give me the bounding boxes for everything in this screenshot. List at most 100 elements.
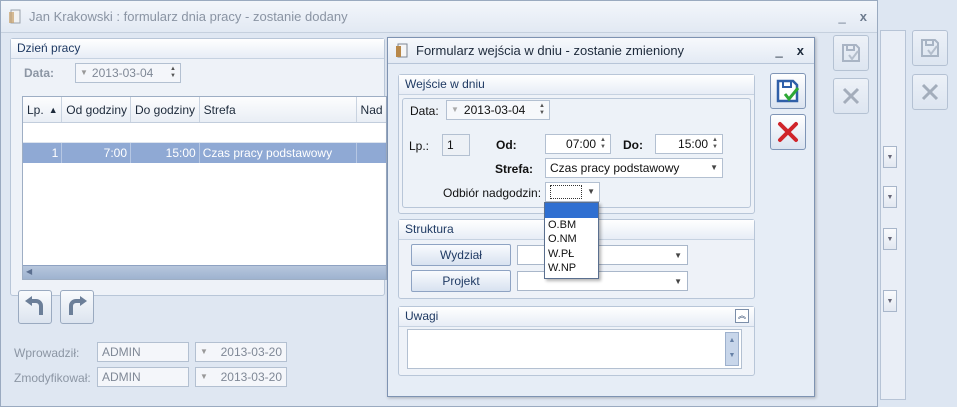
- dialog-titlebar: Formularz wejścia w dniu - zostanie zmie…: [388, 38, 814, 64]
- background-dropdown-4[interactable]: ▼: [883, 290, 897, 312]
- chevron-down-icon: ▼: [200, 347, 208, 356]
- dialog-date-field[interactable]: ▼ 2013-03-04 ▲ ▼: [446, 100, 550, 120]
- close-icon: [921, 83, 939, 101]
- table-row[interactable]: 1 7:00 15:00 Czas pracy podstawowy: [23, 143, 386, 163]
- cell-od: 7:00: [62, 143, 131, 163]
- save-icon: [921, 39, 939, 57]
- form-icon: [396, 43, 408, 57]
- close-icon: [778, 122, 798, 142]
- col-strefa[interactable]: Strefa: [200, 97, 357, 122]
- scroll-left-icon[interactable]: ◀: [26, 267, 32, 276]
- notes-group-header: Uwagi ︽: [399, 307, 754, 327]
- modified-label: Zmodyfikował:: [14, 371, 91, 385]
- cell-nad: [357, 143, 387, 163]
- entered-label: Wprowadził:: [14, 346, 80, 360]
- project-button[interactable]: Projekt: [411, 270, 511, 292]
- dropdown-option-empty[interactable]: [545, 203, 598, 218]
- close-button[interactable]: x: [860, 9, 867, 24]
- grid-filter-row[interactable]: [23, 123, 386, 143]
- form-icon: [9, 9, 21, 23]
- chevron-down-icon: ▼: [587, 187, 595, 196]
- department-button[interactable]: Wydział: [411, 244, 511, 266]
- from-time-input[interactable]: 07:00 ▲ ▼: [545, 134, 611, 154]
- chevron-down-icon: ▼: [200, 372, 208, 381]
- to-time-value: 15:00: [678, 137, 709, 151]
- chevron-down-icon: ▼: [674, 250, 682, 260]
- background-dropdown-2[interactable]: ▼: [883, 186, 897, 208]
- dialog-title: Formularz wejścia w dniu - zostanie zmie…: [416, 43, 685, 58]
- dialog-date-value: 2013-03-04: [463, 103, 526, 117]
- notes-scrollbar[interactable]: ▲ ▼: [725, 332, 739, 366]
- lp-label: Lp.:: [409, 139, 430, 153]
- rotate-right-icon: [69, 296, 87, 315]
- dialog-save-button[interactable]: [770, 73, 806, 109]
- chevron-down-icon: ▼: [710, 163, 718, 172]
- hours-grid: Lp. ▲ Od godziny Do godziny Strefa Nad 1…: [22, 96, 387, 280]
- chevron-down-icon: ▼: [451, 105, 459, 114]
- zone-label: Strefa:: [495, 162, 534, 176]
- dropdown-option-obm[interactable]: O.BM: [545, 218, 598, 233]
- dropdown-option-onm[interactable]: O.NM: [545, 232, 598, 247]
- close-icon: [842, 87, 860, 105]
- date-spinner-icon[interactable]: ▲ ▼: [170, 66, 176, 80]
- main-date-field[interactable]: ▼ 2013-03-04 ▲ ▼: [75, 63, 181, 83]
- dialog-cancel-button[interactable]: [770, 114, 806, 150]
- time-spinner-icon[interactable]: ▲ ▼: [712, 137, 718, 151]
- time-spinner-icon[interactable]: ▲ ▼: [600, 137, 606, 151]
- main-cancel-button[interactable]: [833, 78, 869, 114]
- project-select[interactable]: ▼: [517, 271, 688, 291]
- save-icon: [842, 44, 860, 62]
- from-time-value: 07:00: [566, 137, 597, 151]
- date-spinner-icon[interactable]: ▲ ▼: [539, 103, 545, 117]
- notes-group-title: Uwagi: [405, 309, 439, 323]
- cell-do: 15:00: [131, 143, 200, 163]
- col-nad[interactable]: Nad: [357, 97, 386, 122]
- notes-textarea[interactable]: ▲ ▼: [407, 329, 742, 369]
- horizontal-scrollbar[interactable]: ◀: [23, 265, 386, 279]
- col-od[interactable]: Od godziny: [62, 97, 131, 122]
- dialog-date-label: Data:: [410, 104, 439, 118]
- modified-date-value: 2013-03-20: [220, 370, 282, 384]
- rotate-left-icon: [25, 296, 43, 315]
- save-icon: [776, 79, 800, 103]
- dialog-minimize-button[interactable]: _: [776, 43, 783, 58]
- overtime-select[interactable]: ▼: [545, 182, 600, 202]
- col-lp[interactable]: Lp. ▲: [23, 97, 63, 122]
- from-label: Od:: [496, 138, 517, 152]
- collapse-icon[interactable]: ︽: [735, 309, 749, 323]
- day-group-title: Dzień pracy: [11, 39, 384, 59]
- sort-asc-icon: ▲: [48, 105, 58, 115]
- minimize-button[interactable]: _: [839, 9, 846, 24]
- dropdown-option-wnp[interactable]: W.NP: [545, 261, 598, 276]
- lp-field: 1: [442, 134, 470, 156]
- department-select[interactable]: ▼: [517, 245, 688, 265]
- chevron-down-icon: ▼: [80, 68, 88, 77]
- entered-date-field: ▼ 2013-03-20: [195, 342, 287, 362]
- modified-user-field: ADMIN: [97, 367, 189, 387]
- modified-date-field: ▼ 2013-03-20: [195, 367, 287, 387]
- background-window-panel: [880, 30, 906, 400]
- main-date-label: Data:: [24, 66, 55, 80]
- entered-date-value: 2013-03-20: [220, 345, 282, 359]
- col-lp-label: Lp.: [27, 103, 44, 117]
- entry-group-title: Wejście w dniu: [399, 75, 754, 95]
- cell-lp: 1: [23, 143, 63, 163]
- background-dropdown-1[interactable]: ▼: [883, 146, 897, 168]
- to-time-input[interactable]: 15:00 ▲ ▼: [655, 134, 723, 154]
- dialog-close-button[interactable]: x: [797, 43, 804, 58]
- background-save-button[interactable]: [912, 30, 948, 66]
- dropdown-option-wpl[interactable]: W.PŁ: [545, 247, 598, 262]
- background-cancel-button[interactable]: [912, 74, 948, 110]
- zone-value: Czas pracy podstawowy: [550, 161, 680, 175]
- undo-button[interactable]: [18, 290, 52, 324]
- zone-select[interactable]: Czas pracy podstawowy ▼: [545, 158, 723, 178]
- main-titlebar: Jan Krakowski : formularz dnia pracy - z…: [1, 1, 877, 33]
- cell-strefa: Czas pracy podstawowy: [200, 143, 357, 163]
- redo-button[interactable]: [60, 290, 94, 324]
- grid-header: Lp. ▲ Od godziny Do godziny Strefa Nad: [23, 97, 386, 123]
- overtime-dropdown-list: O.BM O.NM W.PŁ W.NP: [544, 202, 599, 279]
- col-do[interactable]: Do godziny: [131, 97, 200, 122]
- main-save-button[interactable]: [833, 35, 869, 71]
- to-label: Do:: [623, 138, 643, 152]
- background-dropdown-3[interactable]: ▼: [883, 228, 897, 250]
